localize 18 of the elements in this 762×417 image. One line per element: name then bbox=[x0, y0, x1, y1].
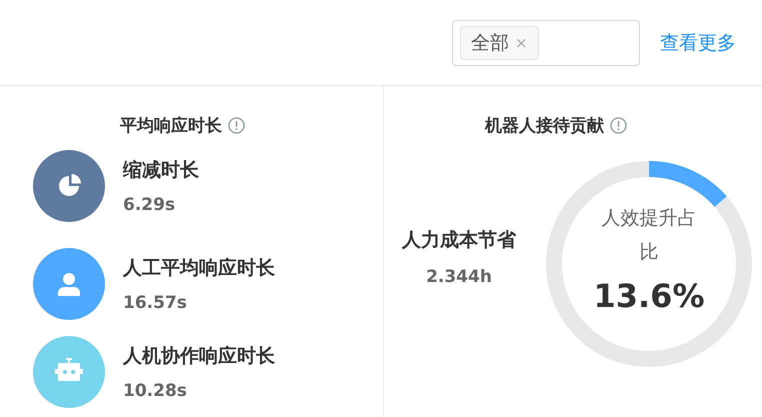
tag-label: 全部 bbox=[471, 30, 509, 56]
info-icon[interactable] bbox=[228, 117, 245, 134]
metric-label: 人机协作响应时长 bbox=[123, 344, 275, 369]
saving-value: 2.344h bbox=[426, 267, 492, 287]
panel-title: 机器人接待贡献 bbox=[485, 115, 604, 137]
gauge-value: 13.6% bbox=[593, 277, 704, 315]
panel-title: 平均响应时长 bbox=[120, 115, 222, 137]
metric-label: 缩减时长 bbox=[123, 158, 199, 183]
metric-value: 6.29s bbox=[123, 195, 176, 215]
info-icon[interactable] bbox=[610, 117, 627, 134]
metric-label: 人工平均响应时长 bbox=[123, 256, 275, 281]
filter-select[interactable]: 全部 × bbox=[452, 20, 640, 66]
metric-value: 10.28s bbox=[123, 381, 188, 401]
more-link[interactable]: 查看更多 bbox=[660, 30, 736, 56]
tag-remove[interactable]: × bbox=[515, 34, 528, 52]
saving-label: 人力成本节省 bbox=[402, 228, 516, 253]
gauge-label: 人效提升占比 bbox=[600, 206, 698, 265]
metric-value: 16.57s bbox=[123, 293, 188, 313]
